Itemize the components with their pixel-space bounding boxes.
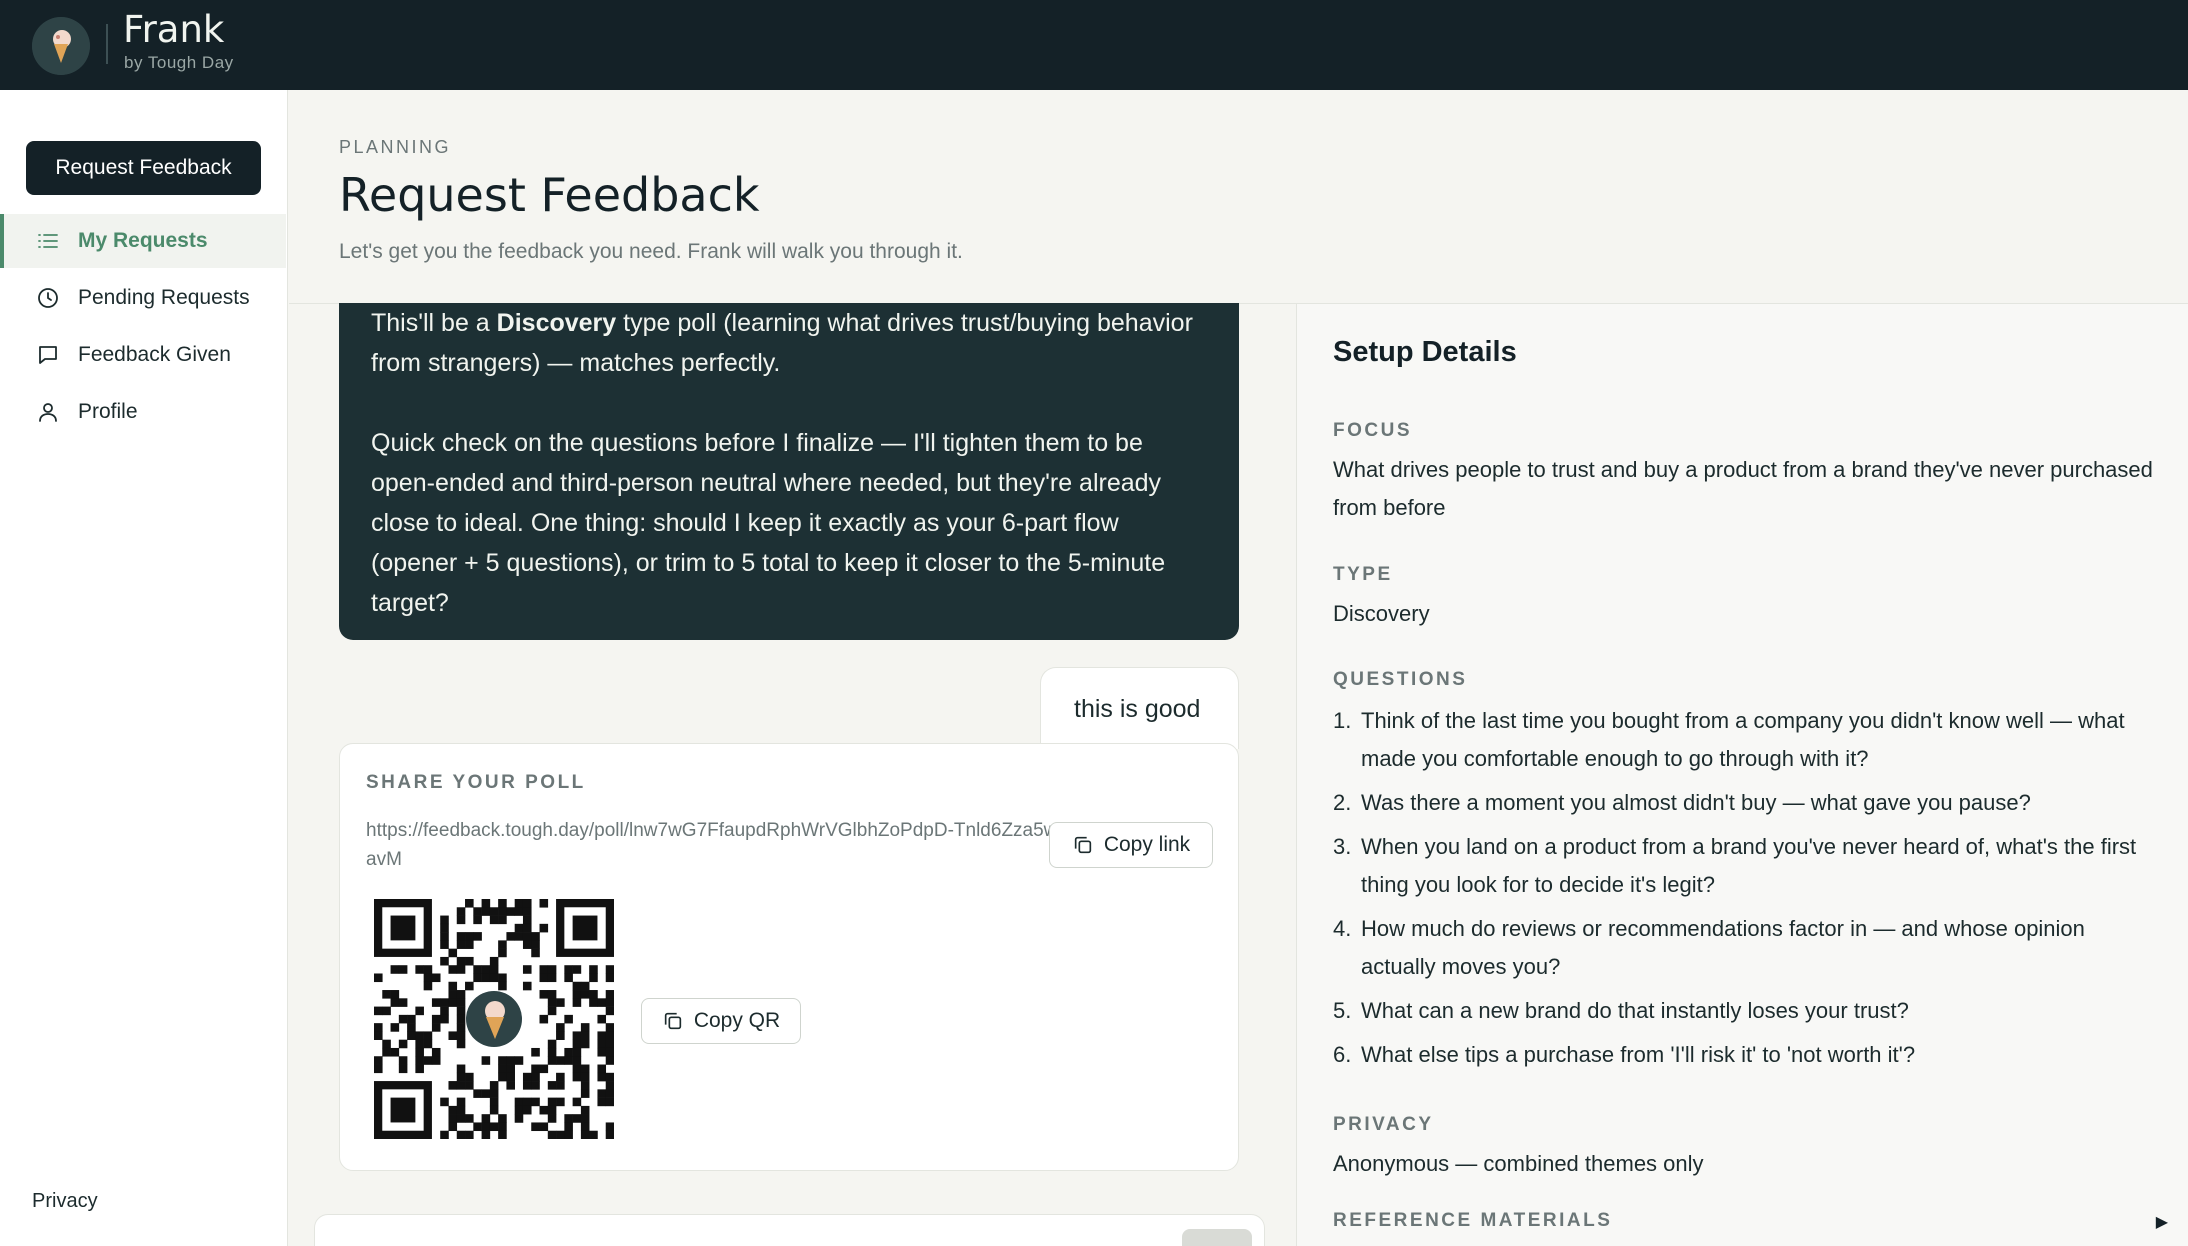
questions-list: 1. Think of the last time you bought from… xyxy=(1333,702,2163,1080)
top-bar: Frank by Tough Day xyxy=(0,0,2188,90)
question-item: 2. Was there a moment you almost didn't b… xyxy=(1333,790,2031,815)
page-subtitle: Let's get you the feedback you need. Fra… xyxy=(339,240,963,263)
focus-label: FOCUS xyxy=(1333,420,1412,441)
question-item: 1. Think of the last time you bought from… xyxy=(1333,708,2125,771)
copy-link-button[interactable]: Copy link xyxy=(1049,822,1213,868)
expand-arrow-icon[interactable]: ▶ xyxy=(2156,1212,2168,1232)
privacy-label: PRIVACY xyxy=(1333,1114,1434,1135)
send-button[interactable] xyxy=(1182,1229,1252,1246)
copy-link-label: Copy link xyxy=(1103,833,1191,856)
message-composer[interactable] xyxy=(314,1214,1265,1246)
brand-name: Frank xyxy=(123,8,225,51)
question-item: 6. What else tips a purchase from 'I'll r… xyxy=(1333,1042,1916,1067)
sidebar-item-pending-requests[interactable]: Pending Requests xyxy=(0,271,286,325)
sidebar-item-label: Feedback Given xyxy=(78,343,231,366)
sidebar-item-feedback-given[interactable]: Feedback Given xyxy=(0,328,286,382)
question-item: 3. When you land on a product from a bran… xyxy=(1333,834,2137,897)
page-eyebrow: PLANNING xyxy=(339,137,452,157)
copy-qr-button[interactable]: Copy QR xyxy=(641,998,801,1044)
assistant-paragraph: This'll be a Discovery type poll (learni… xyxy=(371,303,1207,383)
brand-byline: by Tough Day xyxy=(124,53,234,72)
assistant-text: This'll be a xyxy=(371,309,497,337)
list-icon xyxy=(38,234,58,248)
copy-icon xyxy=(1074,836,1091,854)
sidebar-item-profile[interactable]: Profile xyxy=(0,385,286,439)
privacy-link[interactable]: Privacy xyxy=(32,1190,98,1213)
user-icon xyxy=(39,403,57,422)
poll-type-emphasis: Discovery xyxy=(496,309,617,337)
setup-details-title: Setup Details xyxy=(1333,336,1517,368)
clock-icon xyxy=(38,288,58,308)
logo-divider xyxy=(106,24,108,64)
question-item: 5. What can a new brand do that instantly… xyxy=(1333,998,1909,1023)
reference-materials-label[interactable]: REFERENCE MATERIALS xyxy=(1333,1210,1612,1232)
assistant-paragraph: Quick check on the questions before I fi… xyxy=(371,429,1166,617)
type-value: Discovery xyxy=(1333,601,1430,626)
sidebar-item-label: Pending Requests xyxy=(78,286,250,309)
type-label: TYPE xyxy=(1333,564,1393,585)
share-poll-card: SHARE YOUR POLL https://feedback.tough.d… xyxy=(339,743,1239,1171)
sidebar-item-label: Profile xyxy=(78,400,138,423)
share-title: SHARE YOUR POLL xyxy=(366,772,586,793)
copy-icon xyxy=(664,1012,681,1030)
questions-label: QUESTIONS xyxy=(1333,669,1468,690)
message-icon xyxy=(39,346,57,364)
focus-value: What drives people to trust and buy a pr… xyxy=(1333,457,2153,520)
request-feedback-button[interactable]: Request Feedback xyxy=(26,141,261,195)
sidebar-item-my-requests[interactable]: My Requests xyxy=(0,214,286,268)
sidebar-item-label: My Requests xyxy=(78,229,208,252)
frank-logo-icon[interactable] xyxy=(32,17,90,75)
assistant-message: This'll be a Discovery type poll (learni… xyxy=(339,303,1239,640)
page-title: Request Feedback xyxy=(339,168,760,222)
privacy-value: Anonymous — combined themes only xyxy=(1333,1151,1704,1176)
setup-details-panel: Setup Details FOCUS What drives people t… xyxy=(1296,304,2188,1246)
user-message: this is good xyxy=(1040,667,1239,749)
copy-qr-label: Copy QR xyxy=(693,1009,781,1032)
sidebar: Request Feedback My Requests Pending Req… xyxy=(0,90,288,1246)
question-item: 4. How much do reviews or recommendations… xyxy=(1333,916,2085,979)
poll-url[interactable]: https://feedback.tough.day/poll/lnw7wG7F… xyxy=(366,816,1066,874)
poll-qr-code xyxy=(374,899,614,1139)
